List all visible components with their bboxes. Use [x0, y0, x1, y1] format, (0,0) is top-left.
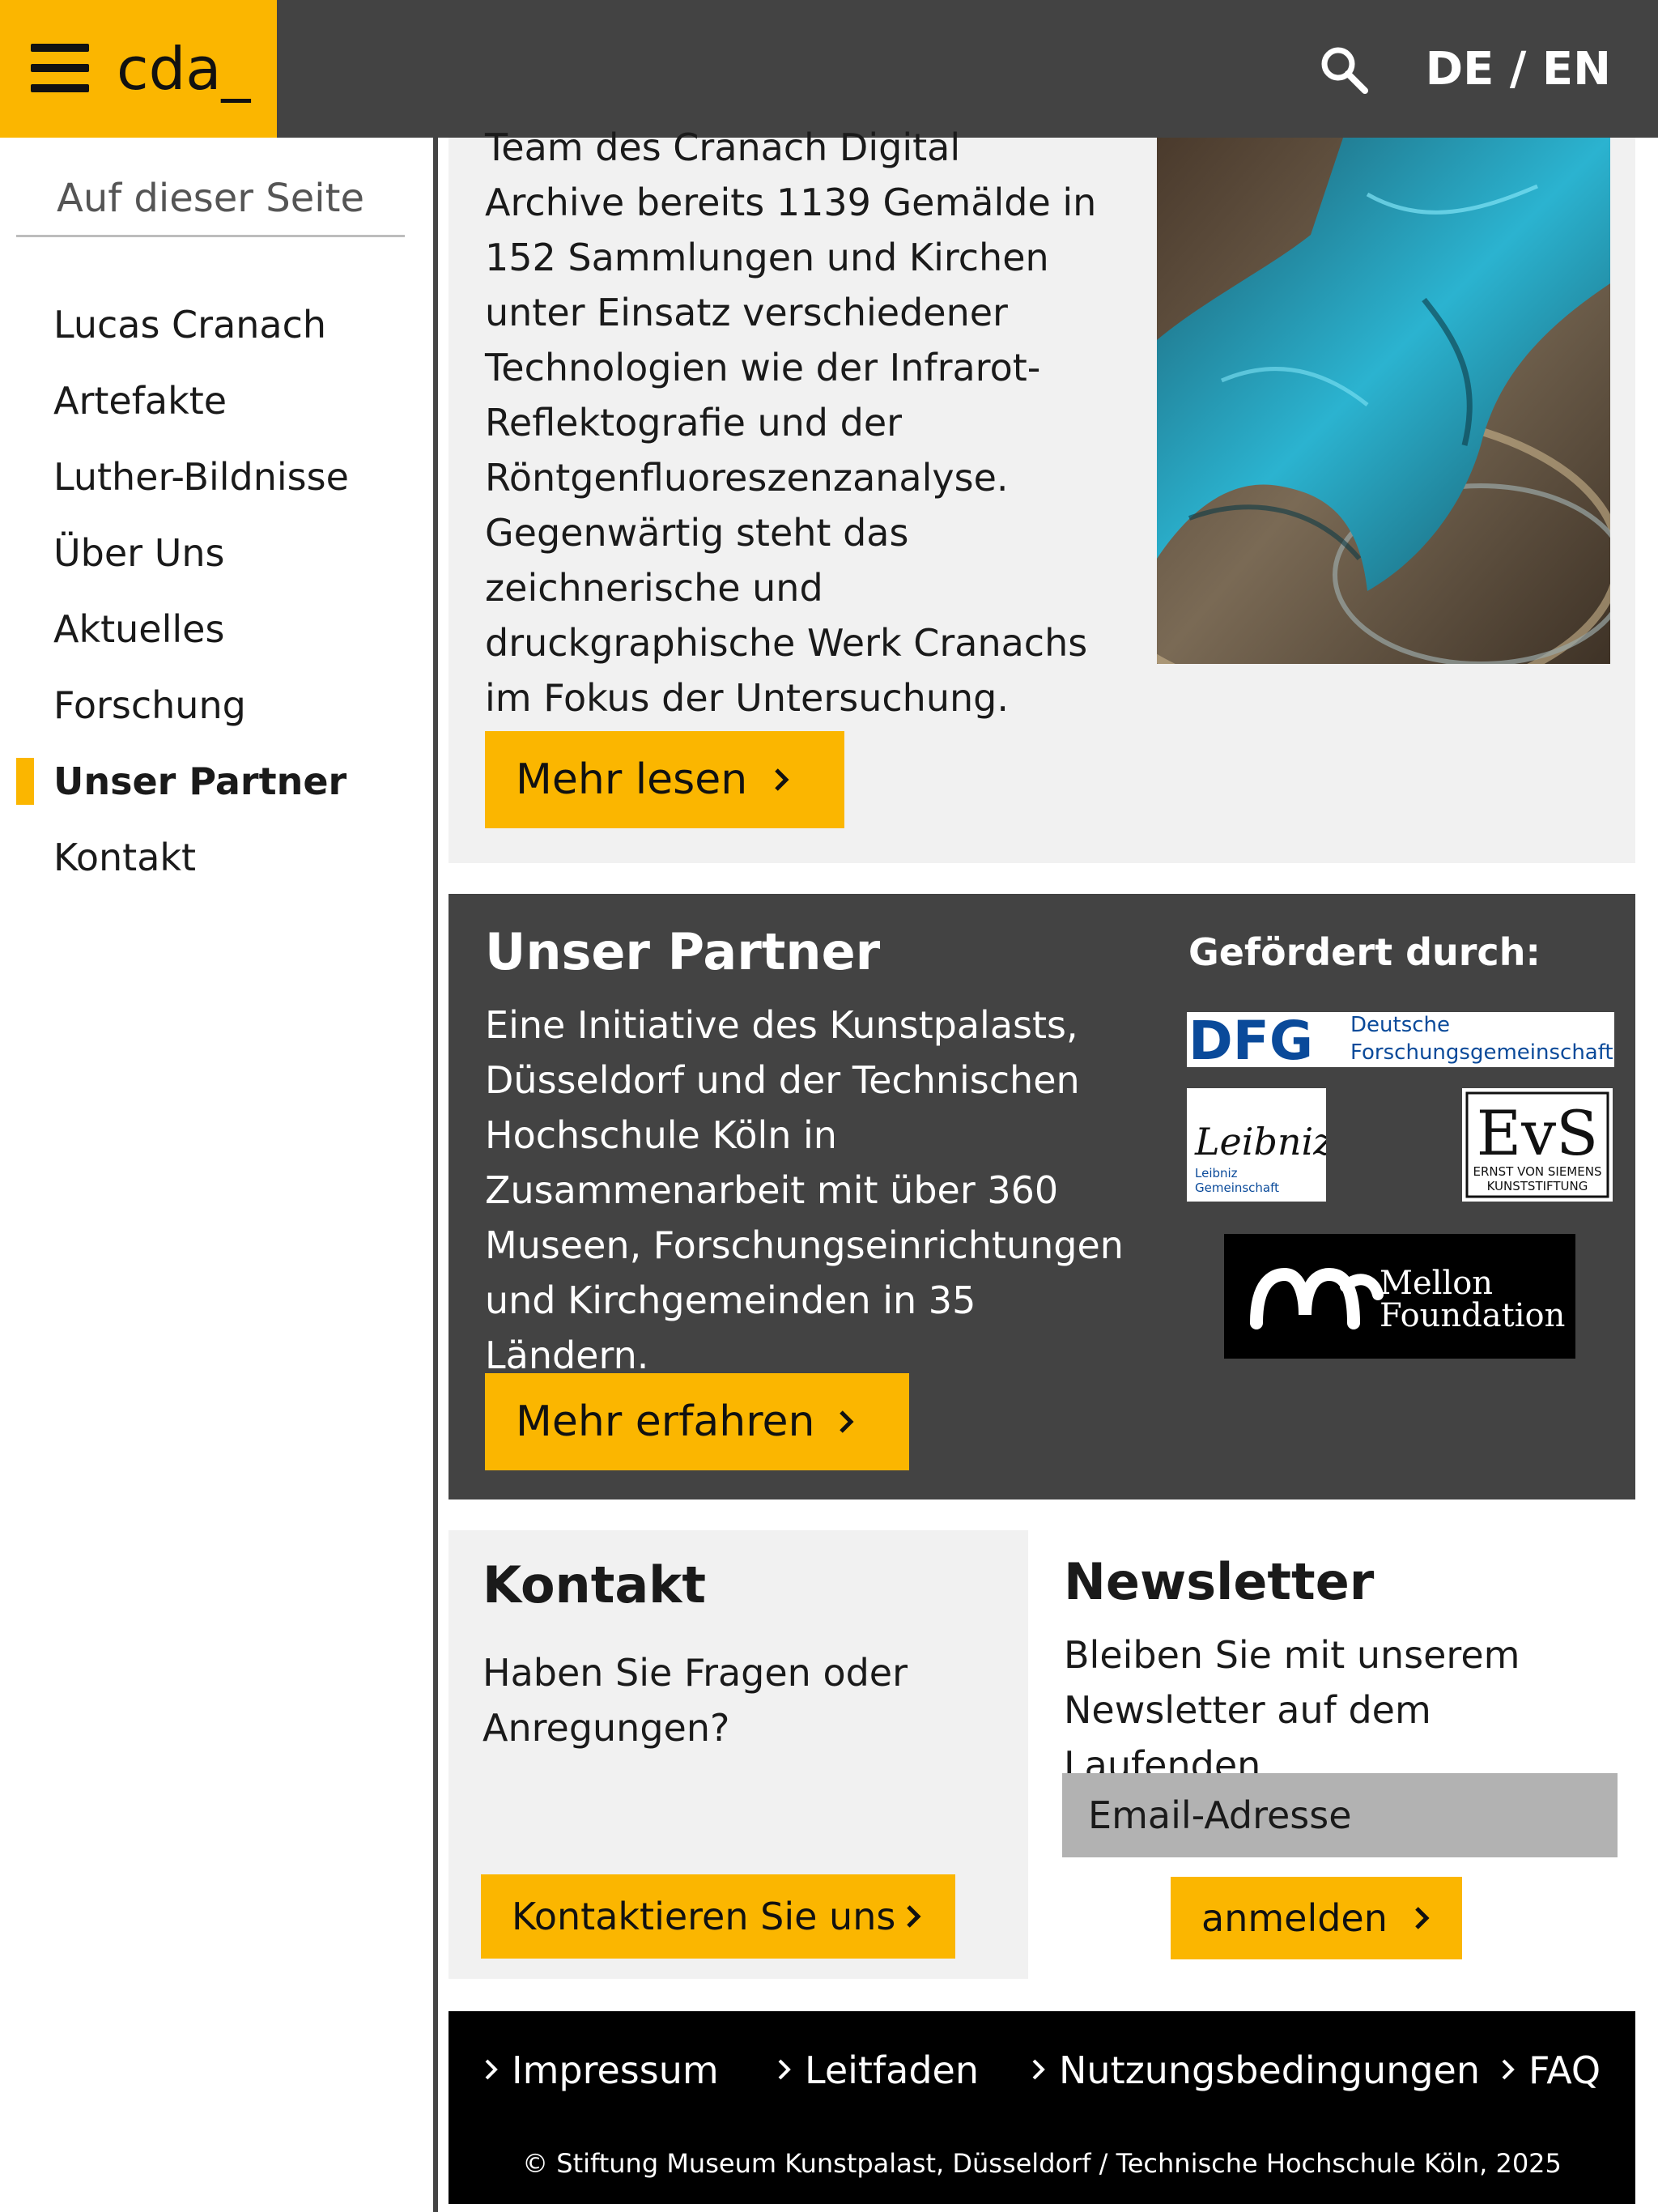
evs-line-2: KUNSTSTIFTUNG [1487, 1179, 1588, 1193]
kontakt-text: Haben Sie Fragen oder Anregungen? [483, 1651, 908, 1750]
intro-text: Team des Cranach Digital Archive bereits… [485, 125, 1097, 720]
chevron-right-icon [840, 1410, 854, 1433]
mehr-erfahren-label: Mehr erfahren [516, 1397, 815, 1446]
sidebar-item-label: Unser Partner [53, 759, 347, 803]
footer-link-label: FAQ [1528, 2048, 1601, 2092]
sidebar-item-kontakt[interactable]: Kontakt [0, 819, 434, 895]
sidebar-heading-divider [16, 235, 405, 237]
dfg-mark: DFG [1188, 1012, 1313, 1067]
footer-link-label: Nutzungsbedingungen [1059, 2048, 1481, 2092]
kontakt-card: Kontakt Haben Sie Fragen oder Anregungen… [449, 1530, 1028, 1979]
kontakt-title: Kontakt [483, 1555, 707, 1614]
intro-card: Team des Cranach Digital Archive bereits… [449, 125, 1635, 863]
dfg-name-line-2: Forschungsgemeinschaft [1350, 1040, 1613, 1065]
newsletter-section: Newsletter Bleiben Sie mit unserem Newsl… [1062, 1530, 1635, 1979]
sidebar-item-label: Luther-Bildnisse [53, 455, 349, 499]
leibniz-logo[interactable]: Leibniz Leibniz Gemeinschaft [1187, 1088, 1326, 1202]
artwork-image [1157, 138, 1610, 664]
mellon-foundation-logo[interactable]: Mellon Foundation [1224, 1234, 1575, 1359]
anmelden-label: anmelden [1201, 1896, 1388, 1940]
sidebar-item-lucas-cranach[interactable]: Lucas Cranach [0, 287, 434, 363]
chevron-right-icon [907, 1905, 921, 1928]
chevron-right-icon [778, 2059, 791, 2080]
sidebar-nav: Lucas Cranach Artefakte Luther-Bildnisse… [0, 287, 434, 895]
newsletter-title: Newsletter [1064, 1552, 1375, 1611]
sidebar-item-label: Artefakte [53, 379, 227, 423]
sidebar-item-label: Kontakt [53, 836, 197, 879]
footer: Impressum Leitfaden Nutzungsbedingungen … [449, 2011, 1635, 2204]
sidebar-item-forschung[interactable]: Forschung [0, 667, 434, 743]
sidebar-item-luther-bildnisse[interactable]: Luther-Bildnisse [0, 439, 434, 515]
active-marker [16, 758, 34, 805]
kontaktieren-label: Kontaktieren Sie uns [512, 1895, 896, 1938]
evs-line-1: ERNST VON SIEMENS [1473, 1164, 1602, 1179]
sidebar-item-unser-partner[interactable]: Unser Partner [0, 743, 434, 819]
sidebar-item-label: Aktuelles [53, 607, 225, 651]
brand-block[interactable]: cda_ [0, 0, 277, 138]
lang-en-link[interactable]: EN [1542, 43, 1611, 96]
lang-separator: / [1494, 43, 1542, 96]
sidebar-item-ueber-uns[interactable]: Über Uns [0, 515, 434, 591]
kontaktieren-button[interactable]: Kontaktieren Sie uns [481, 1874, 955, 1959]
dfg-logo[interactable]: DFG Deutsche Forschungsgemeinschaft [1187, 1012, 1614, 1067]
email-field[interactable] [1062, 1773, 1618, 1857]
mellon-line-2: Foundation [1380, 1297, 1565, 1334]
mehr-erfahren-button[interactable]: Mehr erfahren [485, 1373, 909, 1470]
sidebar-divider [433, 138, 438, 2212]
leibniz-line-2: Gemeinschaft [1195, 1180, 1279, 1195]
partner-text: Eine Initiative des Kunstpalasts, Düssel… [485, 1003, 1124, 1377]
lang-de-link[interactable]: DE [1426, 43, 1494, 96]
partner-card: Unser Partner Eine Initiative des Kunstp… [449, 894, 1635, 1499]
sidebar-item-artefakte[interactable]: Artefakte [0, 363, 434, 439]
sidebar-item-label: Forschung [53, 683, 246, 727]
leibniz-line-1: Leibniz [1195, 1166, 1238, 1180]
sidebar-heading: Auf dieser Seite [57, 176, 364, 221]
menu-icon[interactable] [31, 42, 89, 94]
sidebar-item-label: Über Uns [53, 531, 225, 575]
dfg-name-line-1: Deutsche [1350, 1013, 1450, 1037]
brand-logo[interactable]: cda_ [117, 32, 250, 105]
evs-logo[interactable]: EvS ERNST VON SIEMENS KUNSTSTIFTUNG [1462, 1088, 1613, 1202]
chevron-right-icon [485, 2059, 498, 2080]
footer-link-label: Leitfaden [805, 2048, 979, 2092]
anmelden-button[interactable]: anmelden [1171, 1877, 1462, 1959]
chevron-right-icon [1415, 1907, 1430, 1929]
mehr-lesen-label: Mehr lesen [516, 755, 748, 804]
sidebar-item-label: Lucas Cranach [53, 303, 327, 347]
footer-link-label: Impressum [512, 2048, 719, 2092]
copyright-text: © Stiftung Museum Kunstpalast, Düsseldor… [522, 2148, 1562, 2179]
chevron-right-icon [1502, 2059, 1515, 2080]
funded-by-label: Gefördert durch: [1188, 930, 1541, 974]
search-icon[interactable] [1318, 44, 1370, 96]
top-bar: cda_ DE / EN [0, 0, 1658, 138]
chevron-right-icon [1032, 2059, 1045, 2080]
evs-mark: EvS [1477, 1097, 1598, 1169]
language-switcher: DE / EN [1426, 39, 1611, 100]
leibniz-signature: Leibniz [1194, 1120, 1326, 1163]
mehr-lesen-button[interactable]: Mehr lesen [485, 731, 844, 828]
partner-title: Unser Partner [485, 922, 881, 981]
newsletter-text: Bleiben Sie mit unserem Newsletter auf d… [1064, 1633, 1520, 1787]
sidebar: Auf dieser Seite Lucas Cranach Artefakte… [0, 138, 434, 2212]
chevron-right-icon [775, 768, 789, 791]
sidebar-item-aktuelles[interactable]: Aktuelles [0, 591, 434, 667]
